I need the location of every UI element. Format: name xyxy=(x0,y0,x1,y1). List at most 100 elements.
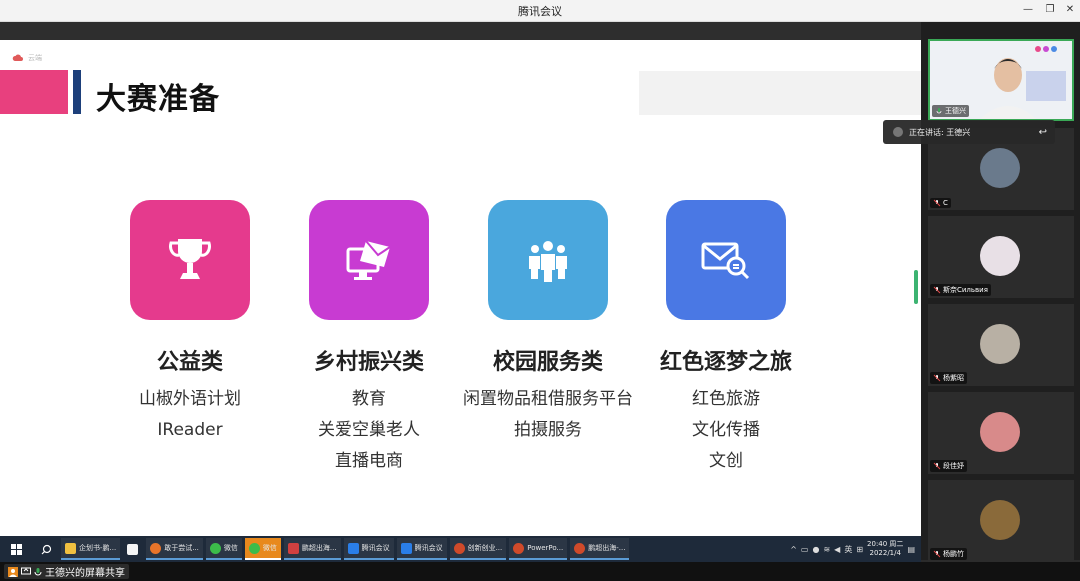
category-item: 关爱空巢老人 xyxy=(318,420,420,440)
tencent-meeting-icon xyxy=(347,542,359,554)
minimize-button[interactable]: — xyxy=(1021,3,1035,17)
reply-icon[interactable]: ↩ xyxy=(1039,127,1047,138)
taskbar-item[interactable]: 创新创业... xyxy=(449,538,507,560)
maximize-button[interactable]: ❐ xyxy=(1043,3,1057,17)
taskbar-item[interactable]: 微信 xyxy=(205,538,242,560)
mail-search-icon xyxy=(701,242,750,280)
avatar xyxy=(980,148,1020,188)
category-item: 文创 xyxy=(709,451,743,471)
computer-mail-icon xyxy=(346,240,391,280)
category-title: 乡村振兴类 xyxy=(313,350,424,375)
speaking-label: 正在讲话: 王德兴 xyxy=(909,127,971,137)
speaker-avatar-icon xyxy=(893,127,903,137)
firefox-icon xyxy=(150,542,162,554)
powerpoint-icon xyxy=(513,542,525,554)
shared-slide: 云端 大赛准备 公益类 山椒外语计划 IReader 乡村振兴类 教育 关爱空巢… xyxy=(0,40,921,536)
taskbar-item[interactable]: PowerPo... xyxy=(509,538,568,560)
category-tile xyxy=(130,200,250,320)
document-icon xyxy=(127,543,139,555)
taskbar-item[interactable]: 微信 xyxy=(244,538,281,560)
windows-icon xyxy=(10,543,22,555)
screen-share-label: 王德兴的屏幕共享 xyxy=(45,568,125,579)
taskbar-item[interactable]: 鹏超出海... xyxy=(283,538,341,560)
wechat-icon xyxy=(248,542,260,554)
category-item: 文化传播 xyxy=(692,420,760,440)
screen-share-icon xyxy=(21,567,31,574)
slide-title: 大赛准备 xyxy=(96,82,220,117)
participant-video[interactable]: 段佳妤 xyxy=(928,392,1074,474)
participant-video-active[interactable]: 王德兴 xyxy=(928,39,1074,121)
powerpoint-icon xyxy=(574,542,586,554)
avatar xyxy=(980,500,1020,540)
speaking-indicator: 正在讲话: 王德兴 ↩ xyxy=(883,120,1055,144)
powerpoint-icon xyxy=(453,542,465,554)
participant-name-tag: 王德兴 xyxy=(932,105,969,117)
category-tile xyxy=(309,200,429,320)
category-item: IReader xyxy=(157,420,223,440)
clock-date: 2022/1/4 xyxy=(869,549,901,557)
input-language[interactable]: 英 xyxy=(844,544,852,555)
participant-name-tag: 斯奈Сильвия xyxy=(930,284,991,296)
taskbar-item[interactable]: 鹏超出海-... xyxy=(570,538,630,560)
window-title: 腾讯会议 xyxy=(518,5,562,18)
participant-name: 斯奈Сильвия xyxy=(943,286,988,294)
participant-name: 王德兴 xyxy=(945,107,966,115)
mic-tray-icon[interactable]: ● xyxy=(812,545,819,554)
cloud-label: 云端 xyxy=(28,54,42,62)
category-tile xyxy=(666,200,786,320)
category-red-dream-journey: 红色逐梦之旅 红色旅游 文化传播 文创 xyxy=(631,200,821,477)
taskbar-item[interactable]: 敢于尝试... xyxy=(146,538,203,560)
volume-icon[interactable]: ◀ xyxy=(834,545,840,554)
category-tile xyxy=(488,200,608,320)
search-icon xyxy=(41,544,51,554)
participant-video[interactable]: 斯奈Сильвия xyxy=(928,216,1074,298)
clock[interactable]: 20:40 周二 2022/1/4 xyxy=(867,540,903,558)
tencent-meeting-icon xyxy=(400,542,412,554)
participant-video[interactable]: 杨紫昭 xyxy=(928,304,1074,386)
taskbar-item[interactable] xyxy=(123,538,143,560)
participant-name: C xyxy=(943,199,948,207)
category-rural-revitalization: 乡村振兴类 教育 关爱空巢老人 直播电商 xyxy=(274,200,464,477)
category-item: 红色旅游 xyxy=(692,389,760,409)
user-icon xyxy=(8,566,18,577)
category-campus-service: 校园服务类 闲置物品租借服务平台 拍摄服务 xyxy=(453,200,643,446)
mic-icon xyxy=(34,567,42,575)
title-accent-pink xyxy=(0,70,68,114)
trophy-icon xyxy=(169,239,211,279)
taskbar-item[interactable]: 腾讯会议 xyxy=(396,538,447,560)
start-button[interactable] xyxy=(4,536,28,562)
chevron-up-icon[interactable]: ^ xyxy=(790,545,797,554)
category-item: 直播电商 xyxy=(335,451,403,471)
wifi-icon[interactable]: ≋ xyxy=(823,545,830,554)
participant-name-tag: 段佳妤 xyxy=(930,460,967,472)
participant-video[interactable]: 杨鹏竹 xyxy=(928,480,1074,562)
category-public-welfare: 公益类 山椒外语计划 IReader xyxy=(95,200,285,446)
participant-name: 杨紫昭 xyxy=(943,374,964,382)
system-tray: ^ ▭ ● ≋ ◀ 英 ⊞ 20:40 周二 2022/1/4 ▤ xyxy=(790,536,921,562)
participant-name: 杨鹏竹 xyxy=(943,550,964,558)
panel-splitter-handle[interactable] xyxy=(914,270,918,304)
taskbar: 企划书-鹏... 敢于尝试... 微信 微信 鹏超出海... 腾讯会议 腾讯会议… xyxy=(0,536,921,562)
mic-icon xyxy=(936,108,942,114)
taskbar-item[interactable]: 腾讯会议 xyxy=(343,538,394,560)
battery-icon[interactable]: ▭ xyxy=(801,545,809,554)
category-item: 山椒外语计划 xyxy=(139,389,241,409)
mic-muted-icon xyxy=(933,462,941,470)
share-status-bar: 王德兴的屏幕共享 xyxy=(0,562,1080,581)
title-accent-navy xyxy=(73,70,81,114)
ime-icon[interactable]: ⊞ xyxy=(856,545,863,554)
search-button[interactable] xyxy=(34,536,58,562)
screen-share-tag[interactable]: 王德兴的屏幕共享 xyxy=(4,564,129,579)
avatar xyxy=(980,236,1020,276)
clock-time: 20:40 周二 xyxy=(867,540,904,548)
folder-icon xyxy=(65,542,76,554)
people-group-icon xyxy=(529,241,567,282)
category-item: 教育 xyxy=(352,389,386,409)
notification-icon[interactable]: ▤ xyxy=(907,545,915,554)
mic-muted-icon xyxy=(933,286,941,294)
taskbar-item[interactable]: 企划书-鹏... xyxy=(61,538,121,560)
participant-name: 段佳妤 xyxy=(943,462,964,470)
participants-panel: 王德兴 C 斯奈Сильвия 杨紫昭 段佳妤 杨鹏竹 xyxy=(921,22,1080,562)
close-button[interactable]: ✕ xyxy=(1063,3,1077,17)
wechat-icon xyxy=(209,542,221,554)
